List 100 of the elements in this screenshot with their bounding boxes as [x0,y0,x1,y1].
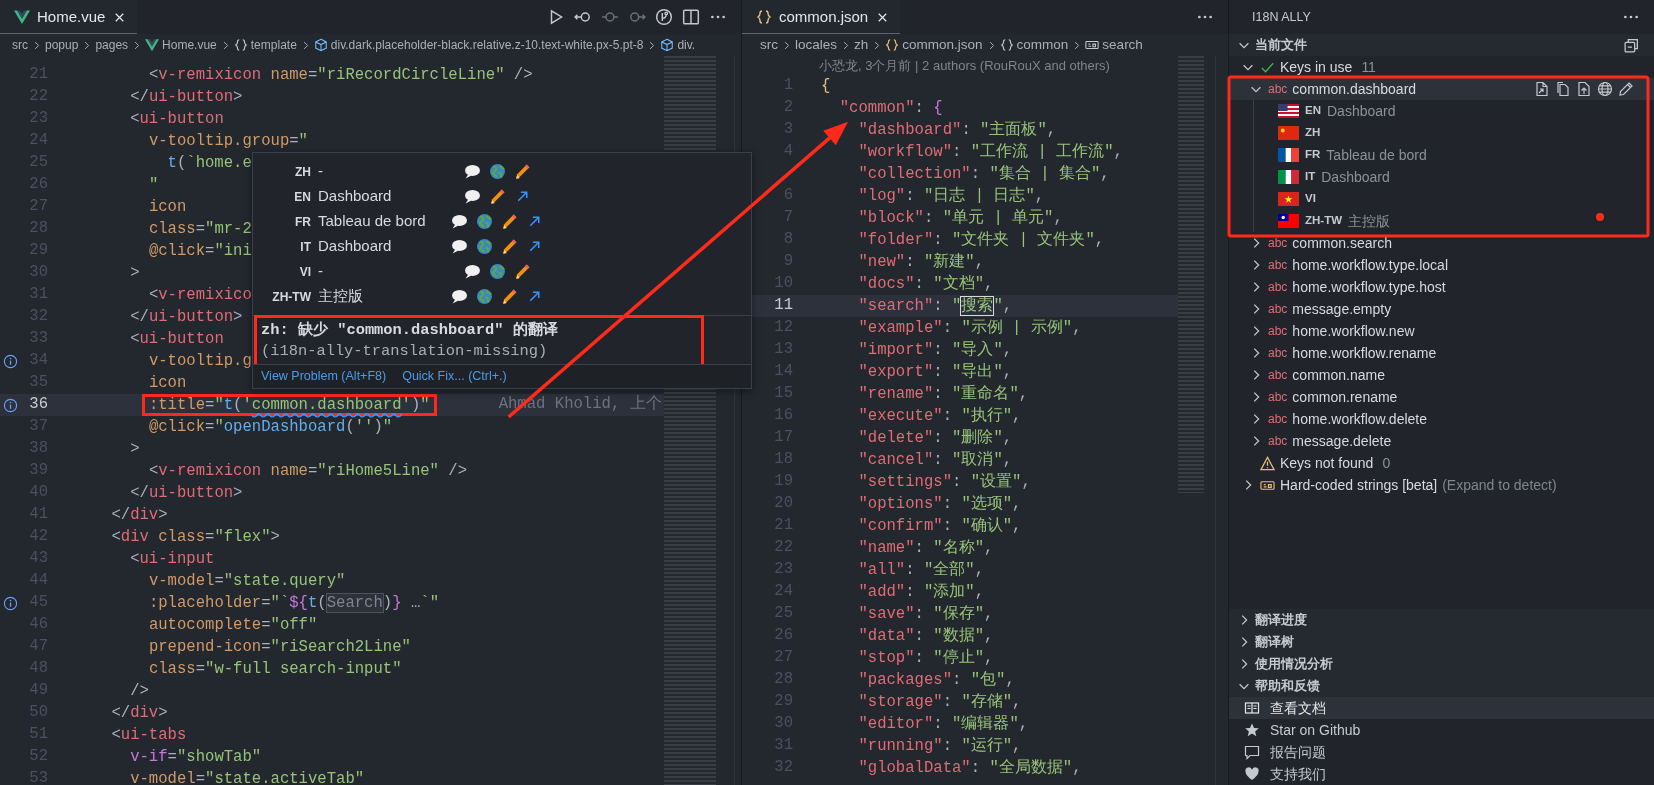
pencil-icon[interactable] [488,188,506,205]
code-line: "storage": "存储", [858,692,1022,713]
help-item[interactable]: 查看文档 [1229,697,1654,719]
string-type-label: abc [1268,345,1288,362]
breadcrumb-item[interactable]: search [1102,34,1143,56]
globe-icon[interactable] [476,288,493,305]
help-item[interactable]: Star on Github [1229,719,1654,741]
speech-bubble-icon[interactable] [463,188,481,205]
globe-icon[interactable] [476,238,493,255]
breadcrumb-item[interactable]: common.json [902,34,983,56]
code-line: "name": "名称", [858,538,994,559]
pencil-icon[interactable] [513,163,531,180]
pencil-icon[interactable] [1618,81,1634,97]
locale-code: ZH-TW [271,288,311,306]
globe-icon[interactable] [488,263,506,280]
flag-icon [1278,126,1299,140]
cube-icon [313,38,328,52]
code-line: "delete": "删除", [858,428,1013,449]
speech-bubble-icon[interactable] [451,288,468,305]
codelens-text[interactable]: 小恐龙, 3个月前 | 2 authors (RouRouX and others) [742,56,1178,75]
locale-code: IT [299,238,311,256]
speech-bubble-icon[interactable] [463,263,481,280]
tree-item[interactable]: common.dashboard [1292,78,1417,100]
code-line: > [130,263,140,284]
tree-item[interactable]: home.workflow.rename [1292,342,1437,364]
tree-item[interactable]: home.workflow.new [1292,320,1415,342]
section-header[interactable]: 使用情况分析 [1229,653,1654,675]
globe-icon[interactable] [476,213,493,230]
breadcrumb-item[interactable]: src [760,34,778,56]
code-line: v-model="state.activeTab" [130,769,365,785]
speech-bubble-icon[interactable] [451,238,468,255]
string-icon [1085,38,1100,52]
tree-item[interactable]: message.empty [1292,298,1392,320]
tree-item[interactable]: Hard-coded strings [beta] [1280,474,1438,496]
tree-item[interactable]: message.delete [1292,430,1392,452]
code-line: "confirm": "确认", [858,516,1022,537]
pencil-icon[interactable] [501,238,518,255]
document-upload-icon[interactable] [1576,81,1592,97]
globe-icon[interactable] [1597,81,1613,97]
tree-item[interactable]: common.search [1292,232,1392,254]
locale-code: VI [1305,191,1316,207]
document-arrow-icon[interactable] [1534,81,1550,97]
code-line: "import": "导入", [858,340,1013,361]
breadcrumb-item[interactable]: div.dark.placeholder-black.relative.z-10.text-white.px-5.pt-8 [330,36,644,54]
flag-icon [1278,104,1299,118]
breadcrumb-item[interactable]: zh [854,34,869,56]
code-line: <v-remixicon name="riRecordCircleLine" /> [148,65,533,86]
translation-value: - [318,161,324,182]
code-line: </div> [111,505,168,526]
breadcrumb-item[interactable]: locales [795,34,838,56]
speech-bubble-icon[interactable] [451,213,468,230]
documents-icon[interactable] [1555,81,1571,97]
tree-item[interactable]: common.rename [1292,386,1398,408]
tree-item[interactable]: home.workflow.delete [1292,408,1427,430]
tree-item[interactable]: home.workflow.type.host [1292,276,1446,298]
collapse-all-icon[interactable] [1623,36,1640,54]
code-line: { [821,76,831,97]
problem-action-link[interactable]: Quick Fix... (Ctrl+.) [402,367,507,386]
locale-code: VI [298,263,311,281]
globe-icon[interactable] [488,163,506,180]
pencil-icon[interactable] [513,263,531,280]
code-line: @click="openDashboard('')" [148,417,393,438]
breadcrumb-item[interactable]: src [12,36,28,54]
string-type-label: abc [1268,235,1288,252]
info-icon[interactable] [2,397,18,413]
pencil-icon[interactable] [501,288,518,305]
info-icon[interactable] [2,595,18,611]
code-line: "options": "选项", [858,494,1022,515]
line-number: 36 [28,394,48,416]
breadcrumb-item[interactable]: pages [95,36,129,54]
breadcrumb-item[interactable]: template [250,36,297,54]
problem-action-link[interactable]: View Problem (Alt+F8) [261,367,387,386]
line-number: 11 [773,295,793,317]
split-editor-icon[interactable] [682,8,700,26]
tree-item[interactable]: common.name [1292,364,1385,386]
breadcrumb-item[interactable]: Home.vue [162,36,217,54]
breadcrumb-item[interactable]: common [1016,34,1069,56]
tree-item[interactable]: Keys not found [1280,452,1374,474]
tree-item[interactable]: home.workflow.type.local [1292,254,1448,276]
code-line: "running": "运行", [858,736,1022,757]
info-icon[interactable] [2,353,18,369]
braces-icon [999,38,1014,52]
tree-item[interactable]: Keys in use [1280,56,1353,78]
locale-code: IT [1305,169,1316,185]
branch-circle-icon[interactable] [655,8,673,26]
string-type-label: abc [1268,301,1288,318]
code-line: <ui-input [130,549,215,570]
breadcrumb-item[interactable]: popup [45,36,79,54]
speech-bubble-icon[interactable] [463,163,481,180]
breadcrumb-item[interactable]: div. [677,36,696,54]
locale-code: ZH-TW [1305,213,1343,229]
help-item[interactable]: 报告问题 [1229,741,1654,763]
section-header[interactable]: 帮助和反馈 [1229,675,1654,697]
pencil-icon[interactable] [501,213,518,230]
key-count: 0 [1382,453,1391,473]
section-header[interactable]: 翻译进度 [1229,609,1654,631]
section-header[interactable]: 当前文件 [1229,34,1654,56]
section-header[interactable]: 翻译树 [1229,631,1654,653]
help-item[interactable]: 支持我们 [1229,763,1654,785]
code-line: "execute": "执行", [858,406,1022,427]
